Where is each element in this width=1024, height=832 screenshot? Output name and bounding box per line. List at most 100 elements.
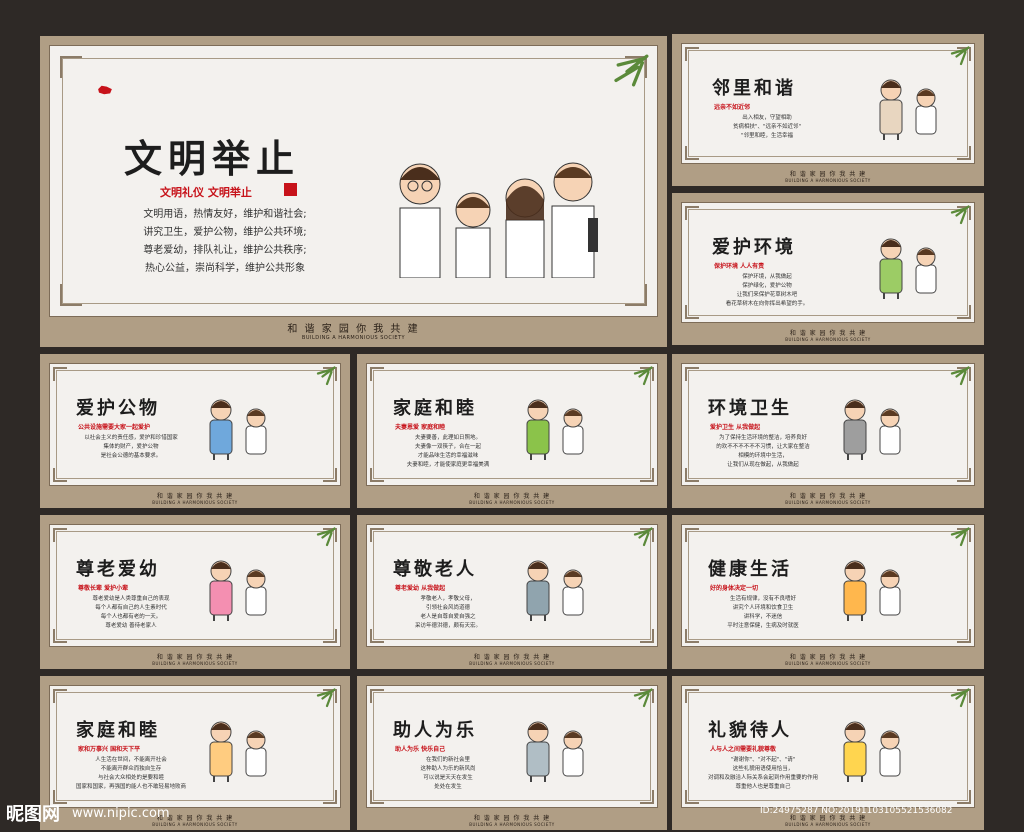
poster-footer-text: 和 谐 家 园 你 我 共 建 — [473, 493, 551, 500]
poster-title: 礼貌待人 — [708, 720, 792, 741]
bamboo-leaves-icon — [316, 527, 336, 547]
main-body-line: 热心公益，崇尚科学，维护公共形象 — [145, 263, 305, 274]
poster-footer: 和 谐 家 园 你 我 共 建 BUILDING A HARMONIOUS SO… — [672, 491, 984, 505]
poster-subtitle: 家和万事兴 国和天下平 — [78, 746, 141, 753]
poster-title: 邻里和谐 — [712, 78, 796, 99]
poster-cartoon-illustration — [526, 560, 584, 621]
poster-body-line: 讲科学，不迷信 — [743, 614, 783, 620]
poster-body-line: 才能品味生活的幸福滋味 — [417, 453, 479, 459]
poster-body-line: 生活有规律，没有不良嗜好 — [729, 596, 796, 602]
bamboo-leaves-icon — [316, 688, 336, 708]
poster-footer-text: 和 谐 家 园 你 我 共 建 — [473, 654, 551, 661]
poster-body-line: 老人是自尊自爱自强之 — [420, 614, 476, 620]
poster-panel: 爱护环境 保护环境 人人有责 保护环境，从我做起 保护绿化，爱护公物 让我们来保护花… — [672, 193, 984, 345]
poster-body: 生活有规律，没有不良嗜好 讲究个人环境和饮食卫生 讲科学，不迷信平时注意保健，生病及… — [698, 595, 828, 631]
poster-body-line: 是社会公德的基本要求。 — [100, 453, 162, 459]
poster-footer: 和 谐 家 园 你 我 共 建 BUILDING A HARMONIOUS SO… — [672, 652, 984, 666]
poster-title: 家庭和睦 — [76, 720, 160, 741]
red-seal-stamp — [284, 183, 297, 196]
poster-body-line: 这种助人为乐的新风尚 — [420, 766, 476, 772]
main-title: 文明举止 — [124, 137, 301, 181]
students-cartoon-illustration — [399, 162, 598, 278]
poster-body-line: 可以说是天天在发生 — [423, 775, 473, 781]
bamboo-leaves-icon — [633, 688, 653, 708]
bamboo-leaves-icon — [316, 366, 336, 386]
poster-footer: 和 谐 家 园 你 我 共 建 BUILDING A HARMONIOUS SO… — [672, 328, 984, 342]
poster-footer: 和 谐 家 园 你 我 共 建 BUILDING A HARMONIOUS SO… — [40, 491, 350, 505]
poster-subtitle: 爱护卫生 从我做起 — [710, 424, 761, 431]
poster-cartoon-illustration — [526, 721, 584, 782]
poster-body-line: "邻里和睦，生活幸福 — [740, 133, 794, 139]
main-body-line: 文明用语，热情友好，维护和谐社会; — [143, 209, 307, 220]
poster-body: 人生活在世间，不能离开社会 不能离开群众而独自生存 与社会大众相处的是要和睦 国家和国… — [66, 756, 196, 792]
poster-body-line: 尊老爱幼是人类尊重自己的表现 — [92, 596, 170, 602]
poster-footer-text: 和 谐 家 园 你 我 共 建 — [473, 815, 551, 822]
main-body-line: 讲究卫生，爱护公物，维护公共环境; — [143, 227, 307, 238]
poster-cartoon-illustration — [843, 560, 901, 621]
poster-subtitle: 助人为乐 快乐自己 — [395, 746, 446, 753]
main-footer-en: BUILDING A HARMONIOUS SOCIETY — [301, 335, 406, 341]
poster-body-line: "谢谢你"、"对不起"、"请" — [730, 757, 796, 763]
poster-body-line: 让我们来保护花草树木吧 — [736, 292, 798, 298]
poster-panel: 尊敬老人 尊老爱幼 从我做起 孝敬老人，孝敬父母， 引领社会风尚道德 老人是自尊自爱… — [357, 515, 667, 669]
poster-body-line: 保护环境，从我做起 — [742, 274, 792, 280]
poster-footer-text: 和 谐 家 园 你 我 共 建 — [156, 654, 234, 661]
poster-footer-text: 和 谐 家 园 你 我 共 建 — [789, 493, 867, 500]
poster-body-line: 出入相友，守望相助 — [742, 115, 792, 121]
bamboo-leaves-icon — [633, 527, 653, 547]
poster-footer-en: BUILDING A HARMONIOUS SOCIETY — [469, 822, 555, 827]
poster-body-line: 夫妻和睦，才能使家庭更幸福美满 — [406, 462, 490, 468]
china-map-logo-icon — [98, 85, 112, 95]
main-footer-text: 和 谐 家 园 你 我 共 建 — [287, 324, 420, 335]
poster-body: 出入相友，守望相助 贫病相扶"、"远亲不如近邻" "邻里和睦，生活幸福 — [702, 114, 832, 141]
poster-body-line: 平时注意保健，生病及时就医 — [727, 623, 799, 629]
poster-footer-en: BUILDING A HARMONIOUS SOCIETY — [469, 661, 555, 666]
poster-cartoon-illustration — [209, 560, 267, 621]
poster-footer-en: BUILDING A HARMONIOUS SOCIETY — [469, 500, 555, 505]
poster-body: 保护环境，从我做起 保护绿化，爱护公物 让我们来保护花草树木吧 看花草树木在向你挥出希… — [702, 273, 832, 309]
poster-body-line: 以社会主义的责任感，爱护和珍惜国家 — [84, 435, 178, 441]
poster-footer-en: BUILDING A HARMONIOUS SOCIETY — [785, 661, 871, 666]
bamboo-leaves-icon — [950, 688, 970, 708]
poster-title: 爱护公物 — [76, 398, 160, 419]
poster-body-line: 国家和国家，再强国的能人也不敢轻易地败商 — [75, 784, 186, 790]
poster-body-line: 讲究个人环境和饮食卫生 — [732, 605, 794, 611]
poster-panel: 邻里和谐 远亲不如近邻 出入相友，守望相助 贫病相扶"、"远亲不如近邻" "邻里和睦… — [672, 34, 984, 186]
poster-body: 为了保持生活环境的整洁，培养良好 的欢不不不不不不习惯，让大家在整洁 相模的环境中生… — [698, 434, 828, 470]
poster-subtitle: 公共设施需要大家一起爱护 — [78, 424, 151, 431]
poster-body: 以社会主义的责任感，爱护和珍惜国家 集体的财产，爱护公物 是社会公德的基本要求。 — [66, 434, 196, 461]
poster-body-line: 人生活在世间，不能离开社会 — [95, 757, 167, 763]
poster-body-line: 对调和及融洽人际关系会起到作用重要的作用 — [707, 775, 818, 781]
poster-title: 家庭和睦 — [393, 398, 477, 419]
poster-body: 孝敬老人，孝敬父母， 引领社会风尚道德 老人是自尊自爱自强之 采访年德洪德，颇有天宏。 — [383, 595, 513, 631]
poster-body-line: 保护绿化，爱护公物 — [742, 283, 792, 289]
poster-body-line: 尊重他人也是尊重自己 — [735, 784, 791, 790]
poster-body: 在我们的新社会里 这种助人为乐的新风尚 可以说是天天在发生 处处在发生 — [383, 756, 513, 792]
main-footer: 和 谐 家 园 你 我 共 建 BUILDING A HARMONIOUS SO… — [40, 320, 667, 341]
poster-body-line: 这些礼貌用语使用恰当， — [732, 766, 794, 772]
poster-subtitle: 好的身体决定一切 — [710, 585, 759, 592]
poster-footer-text: 和 谐 家 园 你 我 共 建 — [789, 654, 867, 661]
poster-title: 助人为乐 — [393, 720, 477, 741]
poster-body-line: 尊老爱幼 善待老家人 — [105, 623, 157, 629]
poster-subtitle: 远亲不如近邻 — [714, 104, 751, 111]
poster-panel: 尊老爱幼 尊敬长辈 爱护小辈 尊老爱幼是人类尊重自己的表现 每个人都有自己的人生素… — [40, 515, 350, 669]
poster-title: 尊敬老人 — [393, 559, 477, 580]
poster-panel: 爱护公物 公共设施需要大家一起爱护 以社会主义的责任感，爱护和珍惜国家 集体的财产… — [40, 354, 350, 508]
image-id-watermark: ID:24975287 NO:20191103105521536082 — [760, 806, 953, 816]
poster-body-line: 的欢不不不不不不习惯，让大家在整洁 — [716, 444, 810, 450]
poster-footer-en: BUILDING A HARMONIOUS SOCIETY — [152, 661, 238, 666]
poster-subtitle: 尊敬长辈 爱护小辈 — [78, 585, 129, 592]
poster-panel: 环境卫生 爱护卫生 从我做起 为了保持生活环境的整洁，培养良好 的欢不不不不不不习… — [672, 354, 984, 508]
poster-body-line: 每个人都有自己的人生素时代 — [95, 605, 167, 611]
poster-cartoon-illustration — [879, 238, 937, 299]
poster-subtitle: 尊老爱幼 从我做起 — [395, 585, 446, 592]
poster-cartoon-illustration — [843, 721, 901, 782]
poster-footer-en: BUILDING A HARMONIOUS SOCIETY — [785, 822, 871, 827]
bamboo-leaves-icon — [633, 366, 653, 386]
poster-cartoon-illustration — [526, 399, 584, 460]
poster-body: 尊老爱幼是人类尊重自己的表现 每个人都有自己的人生素时代 每个人也都有老的一天。 尊老… — [66, 595, 196, 631]
poster-footer-en: BUILDING A HARMONIOUS SOCIETY — [785, 500, 871, 505]
poster-body: 夫妻要善，此理如日照地。 夫妻像一双筷子，合在一起 才能品味生活的幸福滋味 夫妻和睦，… — [383, 434, 513, 470]
poster-footer-text: 和 谐 家 园 你 我 共 建 — [789, 815, 867, 822]
